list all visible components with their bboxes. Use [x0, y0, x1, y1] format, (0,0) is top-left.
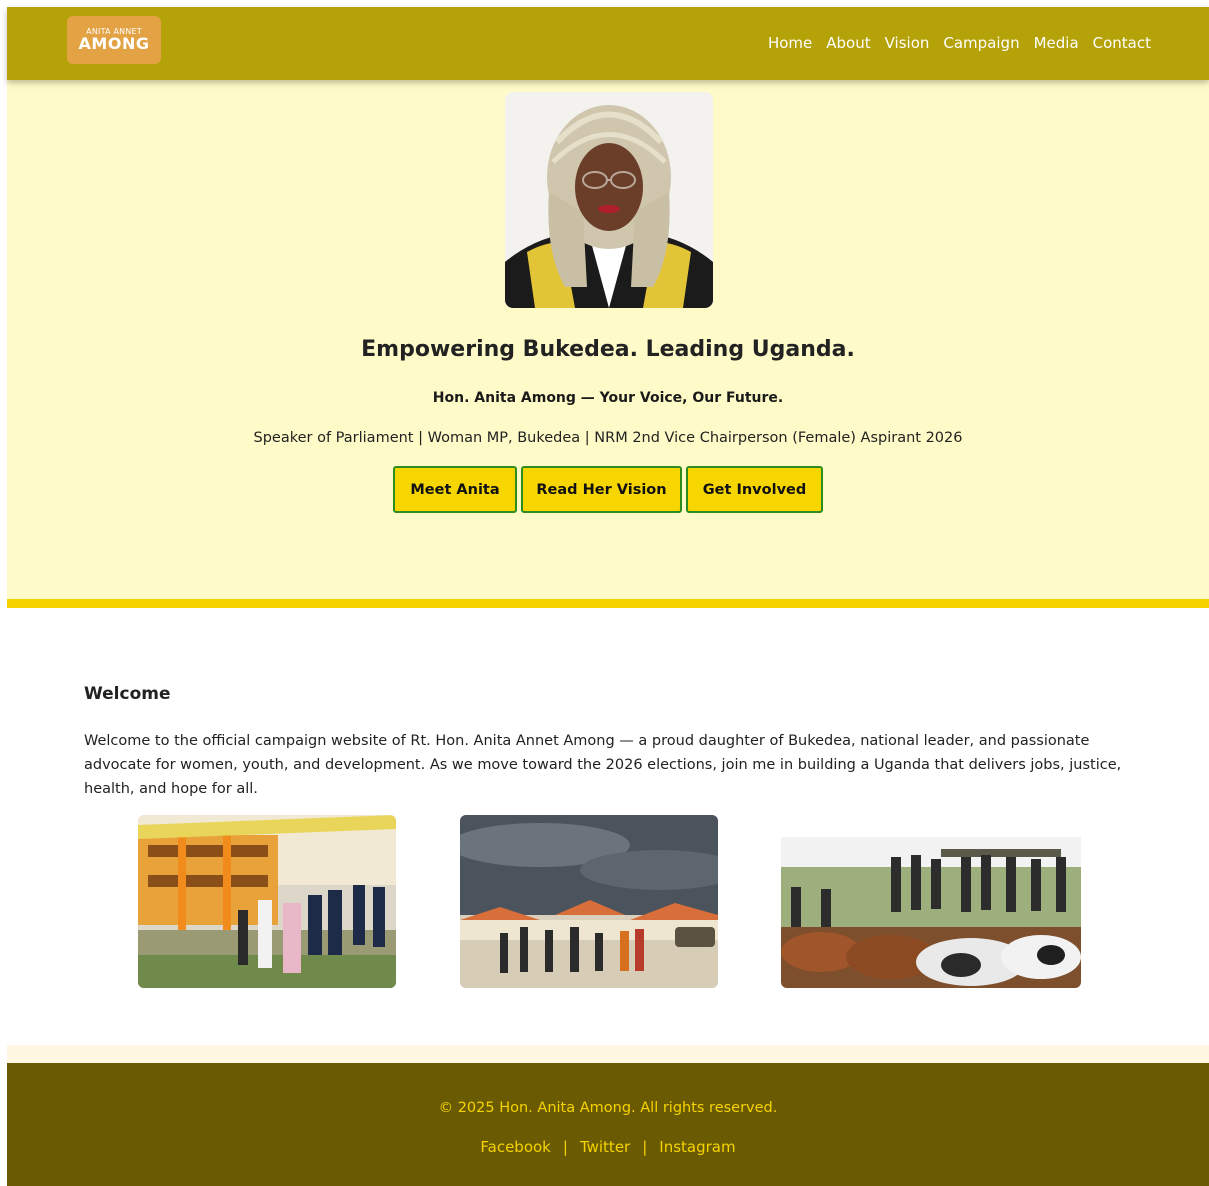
- footer-copyright: © 2025 Hon. Anita Among. All rights rese…: [438, 1100, 778, 1116]
- hero-description: Speaker of Parliament | Woman MP, Bukede…: [253, 430, 963, 446]
- welcome-text: Welcome to the official campaign website…: [84, 733, 1122, 797]
- nav-about[interactable]: About: [826, 33, 870, 53]
- site-header: ANITA ANNET AMONG Home About Vision Camp…: [7, 7, 1209, 80]
- hero-subtitle: Hon. Anita Among — Your Voice, Our Futur…: [432, 390, 784, 406]
- footer-separator: |: [562, 1138, 568, 1156]
- nav-vision[interactable]: Vision: [885, 33, 930, 53]
- photo-school-visit: [138, 815, 396, 988]
- nav-campaign[interactable]: Campaign: [943, 33, 1019, 53]
- read-vision-button[interactable]: Read Her Vision: [521, 466, 682, 513]
- hero-title: Empowering Bukedea. Leading Uganda.: [361, 337, 855, 362]
- page: ANITA ANNET AMONG Home About Vision Camp…: [7, 7, 1209, 1186]
- hero-buttons: Meet Anita Read Her Vision Get Involved: [7, 466, 1209, 513]
- nav-media[interactable]: Media: [1034, 33, 1079, 53]
- hero-divider: [7, 599, 1209, 608]
- cattle-farm-image: [781, 827, 1081, 988]
- site-footer: © 2025 Hon. Anita Among. All rights rese…: [7, 1063, 1209, 1186]
- footer-social-links: Facebook | Twitter | Instagram: [7, 1138, 1209, 1156]
- welcome-title: Welcome: [84, 684, 171, 704]
- main-nav: Home About Vision Campaign Media Contact: [768, 33, 1151, 53]
- twitter-link[interactable]: Twitter: [580, 1138, 630, 1156]
- school-visit-image: [138, 815, 396, 988]
- footer-top-strip: [7, 1045, 1209, 1063]
- instagram-link[interactable]: Instagram: [659, 1138, 735, 1156]
- nav-contact[interactable]: Contact: [1093, 33, 1151, 53]
- campus-walk-image: [460, 815, 718, 988]
- portrait-image: [505, 92, 713, 308]
- meet-anita-button[interactable]: Meet Anita: [393, 466, 517, 513]
- logo-big-text: AMONG: [78, 34, 150, 53]
- photo-campus-walk: [460, 815, 718, 988]
- photo-cattle-farm: [781, 827, 1081, 988]
- site-logo[interactable]: ANITA ANNET AMONG: [67, 16, 161, 64]
- nav-home[interactable]: Home: [768, 33, 812, 53]
- footer-separator: |: [642, 1138, 648, 1156]
- get-involved-button[interactable]: Get Involved: [686, 466, 823, 513]
- facebook-link[interactable]: Facebook: [480, 1138, 550, 1156]
- portrait-photo: [505, 92, 713, 308]
